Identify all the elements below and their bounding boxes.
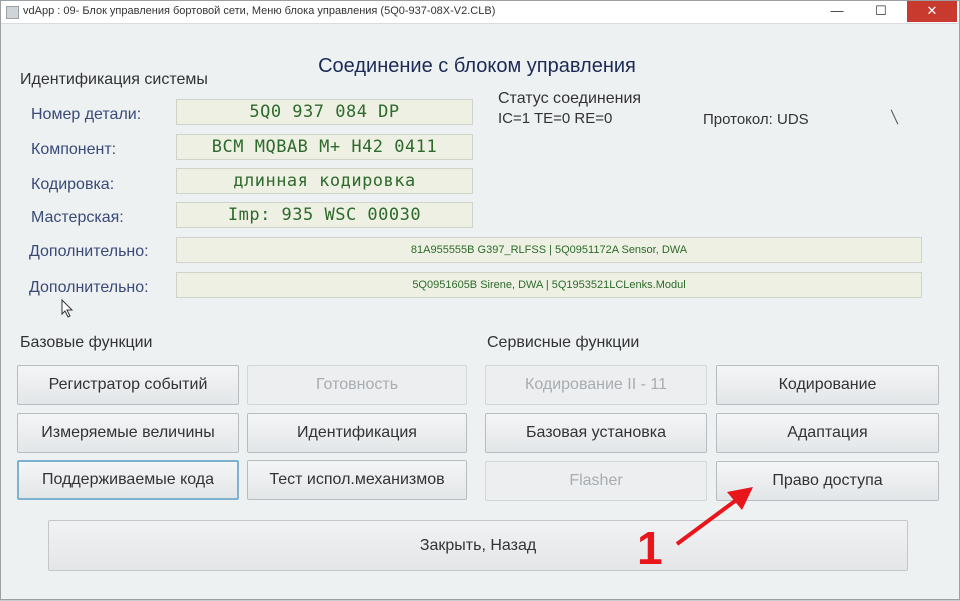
mouse-cursor-icon	[61, 299, 74, 318]
annotation-number: 1	[637, 522, 663, 574]
app-window: vdApp : 09- Блок управления бортовой сет…	[0, 0, 960, 600]
annotation-arrow-icon	[675, 487, 753, 546]
